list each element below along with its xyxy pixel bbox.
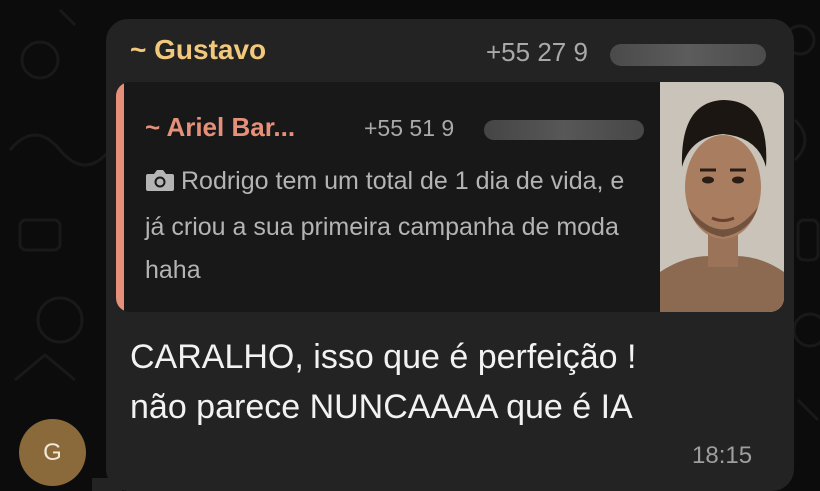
avatar[interactable]: G bbox=[19, 419, 86, 486]
quoted-photo-thumbnail[interactable] bbox=[660, 82, 784, 312]
quoted-message[interactable]: ~ Ariel Bar... +55 51 9 Rodrigo tem um t… bbox=[116, 82, 784, 312]
quoted-author-phone: +55 51 9 bbox=[364, 115, 455, 141]
message-text-line: não parece NUNCAAAA que é IA bbox=[130, 388, 633, 426]
quote-accent-bar bbox=[116, 82, 124, 312]
quoted-text: Rodrigo tem um total de 1 dia de vida, e… bbox=[145, 167, 625, 284]
camera-icon bbox=[145, 163, 175, 206]
sender-phone-redaction bbox=[610, 44, 766, 66]
quoted-text-block: Rodrigo tem um total de 1 dia de vida, e… bbox=[145, 160, 645, 292]
sender-name[interactable]: ~ Gustavo bbox=[130, 34, 266, 66]
message-text: CARALHO, isso que é perfeição ! não pare… bbox=[130, 332, 770, 432]
quoted-phone-redaction bbox=[484, 120, 644, 140]
quoted-author-name: ~ Ariel Bar... bbox=[145, 112, 296, 142]
sender-phone: +55 27 9 bbox=[486, 37, 588, 67]
message-text-line: CARALHO, isso que é perfeição ! bbox=[130, 338, 637, 376]
message-timestamp: 18:15 bbox=[692, 442, 753, 469]
